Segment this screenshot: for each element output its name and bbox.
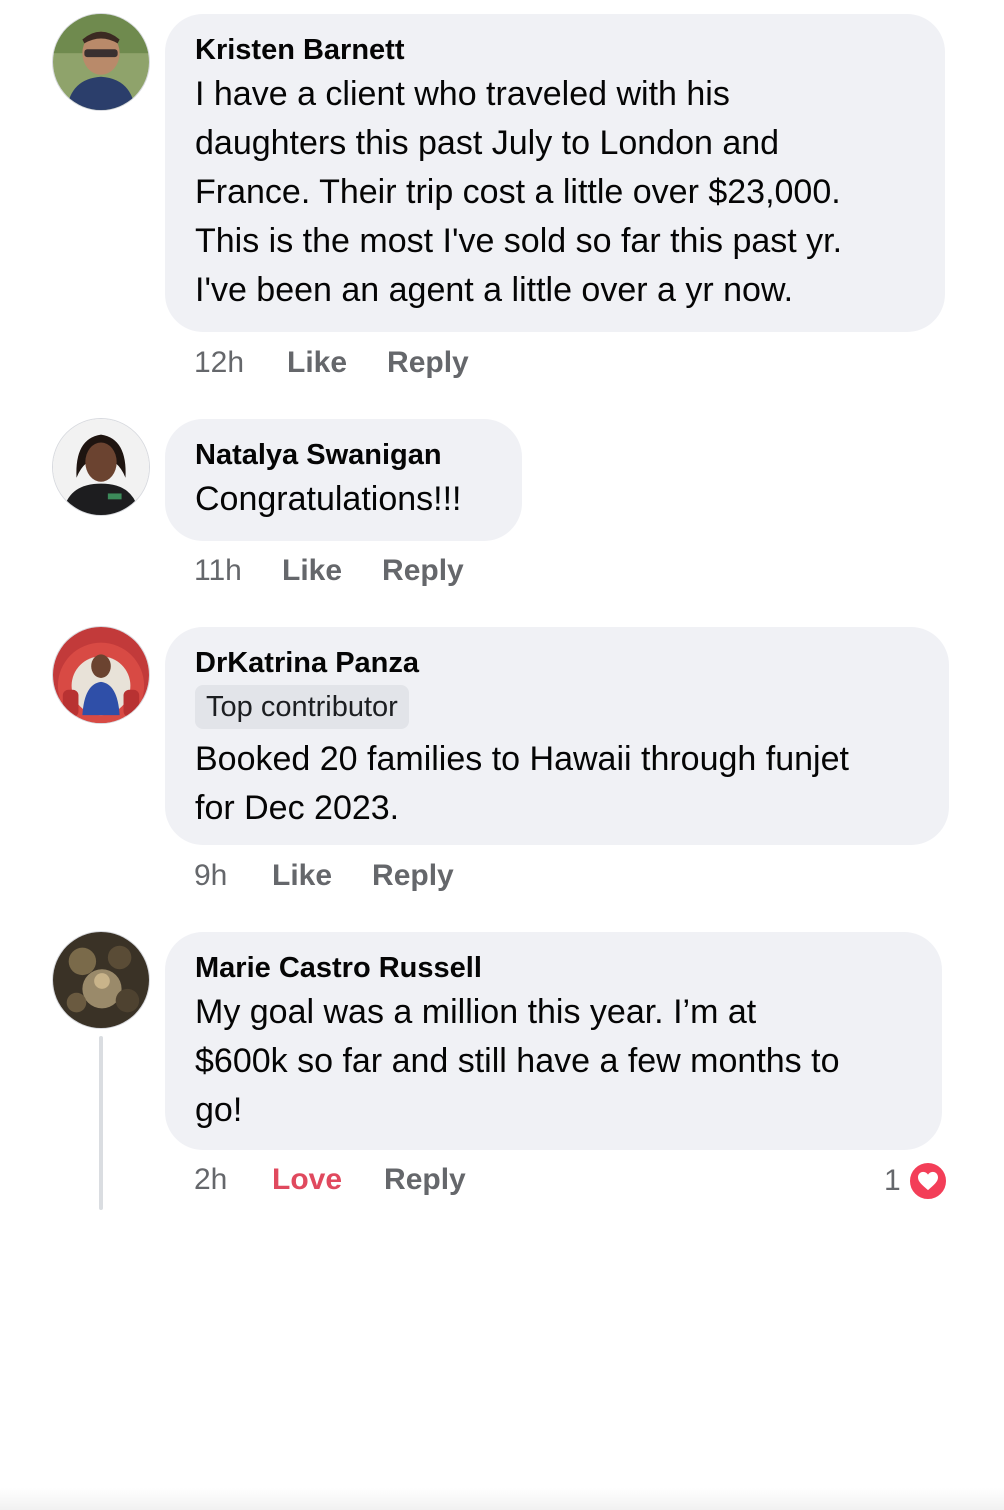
- comment-bubble: Marie Castro Russell My goal was a milli…: [165, 932, 942, 1150]
- bottom-edge: [0, 1488, 1004, 1510]
- reply-button[interactable]: Reply: [387, 345, 469, 381]
- comment-timestamp[interactable]: 2h: [194, 1162, 272, 1198]
- reaction-count: 1: [884, 1164, 901, 1197]
- reply-button[interactable]: Reply: [384, 1162, 466, 1198]
- comment-text: Congratulations!!!: [195, 480, 462, 518]
- heart-icon: [906, 1160, 949, 1202]
- comment-bubble: Kristen Barnett I have a client who trav…: [165, 14, 945, 332]
- comment-bubble: DrKatrina Panza Top contributor Booked 2…: [165, 627, 949, 845]
- comment-actions: 9h Like Reply: [194, 858, 454, 894]
- comment-text: My goal was a million this year. I’m at …: [195, 993, 840, 1129]
- like-button[interactable]: Like: [282, 553, 342, 589]
- like-button[interactable]: Like: [272, 858, 332, 894]
- top-contributor-badge: Top contributor: [195, 685, 409, 729]
- comment-actions: 12h Like Reply: [194, 345, 469, 381]
- comment-actions: 2h Love Reply: [194, 1162, 466, 1198]
- comment-text: I have a client who traveled with his da…: [195, 75, 843, 309]
- avatar-photo: [53, 419, 149, 515]
- comment-timestamp[interactable]: 11h: [194, 553, 282, 589]
- comment-timestamp[interactable]: 9h: [194, 858, 272, 894]
- comment-author[interactable]: DrKatrina Panza: [195, 645, 921, 681]
- avatar[interactable]: [52, 931, 150, 1029]
- reaction-summary[interactable]: 1: [884, 1160, 949, 1202]
- like-button[interactable]: Like: [287, 345, 347, 381]
- comment-author[interactable]: Kristen Barnett: [195, 32, 917, 68]
- comment-bubble: Natalya Swanigan Congratulations!!!: [165, 419, 522, 541]
- comment-text: Booked 20 families to Hawaii through fun…: [195, 740, 849, 827]
- reply-button[interactable]: Reply: [382, 553, 464, 589]
- comment-author[interactable]: Marie Castro Russell: [195, 950, 914, 986]
- avatar[interactable]: [52, 418, 150, 516]
- avatar[interactable]: [52, 13, 150, 111]
- comment-actions: 11h Like Reply: [194, 553, 464, 589]
- avatar-photo: [53, 14, 149, 110]
- avatar[interactable]: [52, 626, 150, 724]
- comment-author[interactable]: Natalya Swanigan: [195, 437, 494, 473]
- avatar-photo: [53, 627, 149, 723]
- love-button[interactable]: Love: [272, 1162, 342, 1198]
- avatar-photo: [53, 932, 149, 1028]
- reply-thread-line: [99, 1036, 103, 1210]
- reply-button[interactable]: Reply: [372, 858, 454, 894]
- comment-timestamp[interactable]: 12h: [194, 345, 287, 381]
